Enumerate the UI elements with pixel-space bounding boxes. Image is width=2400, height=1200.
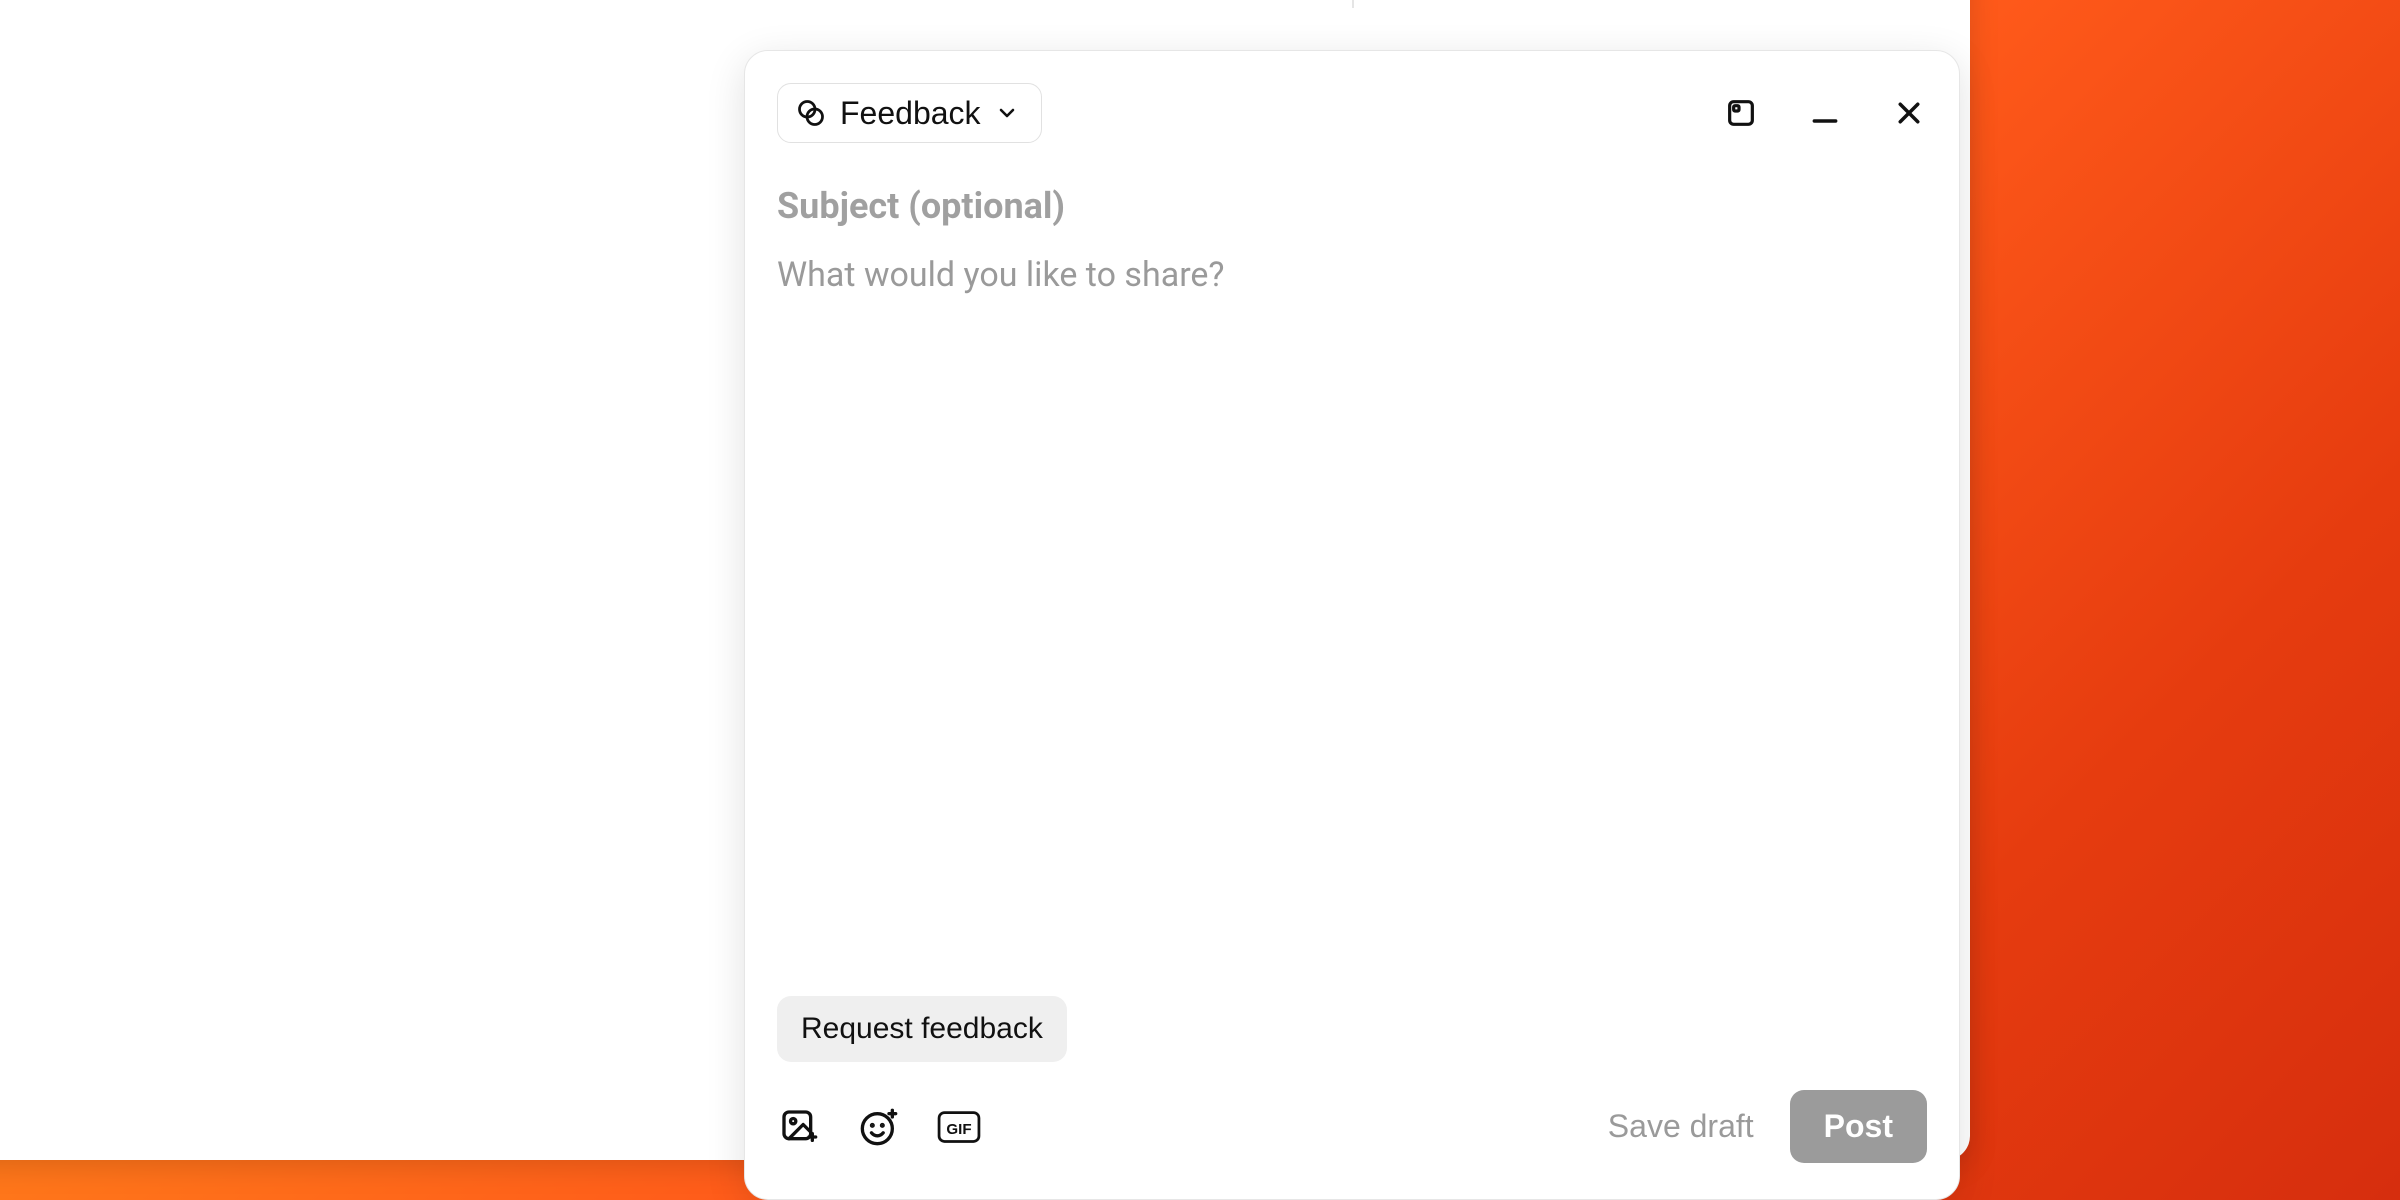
emoji-add-icon: [859, 1107, 899, 1147]
minimize-icon: [1809, 97, 1841, 129]
gif-icon: GIF: [937, 1110, 981, 1144]
popout-button[interactable]: [1723, 95, 1759, 131]
compose-footer: GIF Save draft Post: [777, 1090, 1927, 1163]
post-button[interactable]: Post: [1790, 1090, 1927, 1163]
compose-header: Feedback: [777, 83, 1927, 143]
close-button[interactable]: [1891, 95, 1927, 131]
minimize-button[interactable]: [1807, 95, 1843, 131]
window-controls: [1723, 95, 1927, 131]
category-label: Feedback: [840, 95, 981, 132]
close-icon: [1894, 98, 1924, 128]
image-add-icon: [779, 1107, 819, 1147]
compose-actions: Save draft Post: [1608, 1090, 1927, 1163]
svg-text:GIF: GIF: [946, 1120, 971, 1137]
feedback-category-icon: [796, 98, 826, 128]
save-draft-button[interactable]: Save draft: [1608, 1108, 1754, 1145]
add-image-button[interactable]: [777, 1105, 821, 1149]
subject-input[interactable]: [777, 185, 1927, 227]
category-dropdown[interactable]: Feedback: [777, 83, 1042, 143]
compose-card: Feedback: [744, 50, 1960, 1200]
attachment-toolbar: GIF: [777, 1105, 981, 1149]
add-gif-button[interactable]: GIF: [937, 1105, 981, 1149]
chevron-down-icon: [995, 101, 1019, 125]
panel-divider: [1352, 0, 1354, 8]
popout-icon: [1725, 97, 1757, 129]
request-feedback-button[interactable]: Request feedback: [777, 996, 1067, 1062]
add-emoji-button[interactable]: [857, 1105, 901, 1149]
body-input[interactable]: [777, 253, 1927, 996]
